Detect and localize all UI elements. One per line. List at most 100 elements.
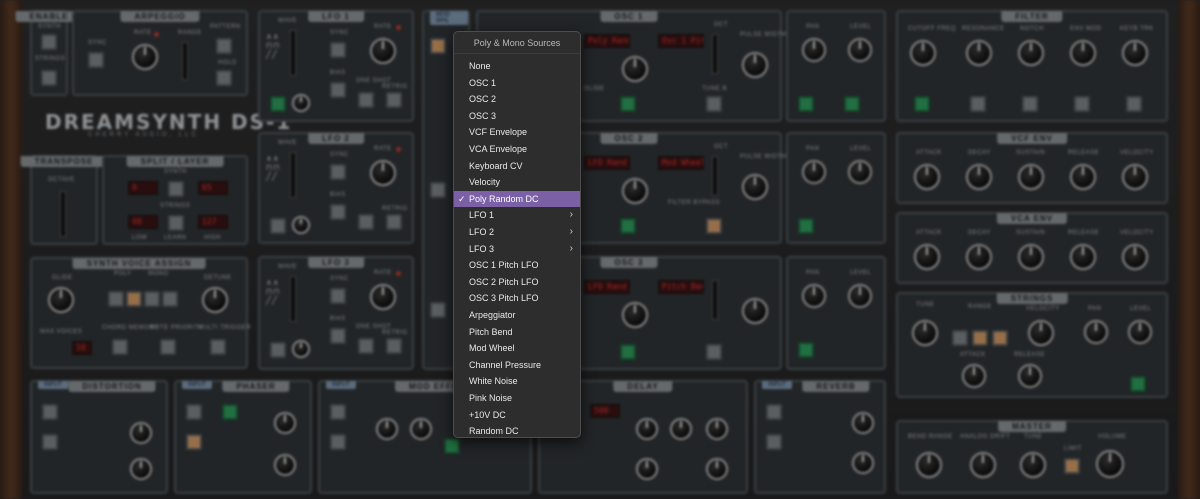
osc2-level-knob[interactable] bbox=[848, 160, 872, 184]
vcf-release-knob[interactable] bbox=[1070, 164, 1096, 190]
va-mono-1-button[interactable] bbox=[144, 291, 160, 307]
osc3-glide-button[interactable] bbox=[620, 344, 636, 360]
reverb-mix-knob[interactable] bbox=[852, 452, 874, 474]
mod-effect-synth-button[interactable] bbox=[330, 404, 346, 420]
lfo1-bias-button[interactable] bbox=[330, 82, 346, 98]
menu-item-lfo-1[interactable]: LFO 1 › bbox=[454, 207, 580, 223]
strings-range-3-button[interactable] bbox=[992, 330, 1008, 346]
vca-attack-knob[interactable] bbox=[914, 244, 940, 270]
osc1-glide-button[interactable] bbox=[620, 96, 636, 112]
phaser-rate-knob[interactable] bbox=[274, 412, 296, 434]
strings-pan-knob[interactable] bbox=[1084, 320, 1108, 344]
lfo2-one-shot-button[interactable] bbox=[358, 214, 374, 230]
reverb-synth-button[interactable] bbox=[766, 404, 782, 420]
lfo1-one-shot-button[interactable] bbox=[358, 92, 374, 108]
strings-output-button[interactable] bbox=[1130, 376, 1146, 392]
vca-release-knob[interactable] bbox=[1070, 244, 1096, 270]
osc2-pw-knob[interactable] bbox=[742, 174, 768, 200]
split-strings-learn-button[interactable] bbox=[168, 215, 184, 231]
osc3-mod-dest-display[interactable]: Pitch Bend bbox=[658, 280, 704, 294]
menu-item-white-noise[interactable]: White Noise bbox=[454, 373, 580, 389]
poly-mono-sources-menu[interactable]: Poly & Mono Sources None OSC 1 OSC 2 OSC 3 V… bbox=[453, 31, 581, 438]
menu-item-osc-2[interactable]: OSC 2 bbox=[454, 91, 580, 107]
filter-mod-button-1[interactable] bbox=[970, 96, 986, 112]
menu-item-pink-noise[interactable]: Pink Noise bbox=[454, 390, 580, 406]
lfo1-input-knob[interactable] bbox=[292, 94, 310, 112]
arp-range-slider[interactable] bbox=[182, 42, 188, 80]
va-multi-trigger-button[interactable] bbox=[210, 339, 226, 355]
lfo3-retrig-button[interactable] bbox=[386, 338, 402, 354]
lfo2-input-knob[interactable] bbox=[292, 216, 310, 234]
menu-item-osc-3[interactable]: OSC 3 bbox=[454, 108, 580, 124]
split-synth-high-display[interactable]: 65 bbox=[198, 181, 228, 195]
menu-item-osc-1-pitch-lfo[interactable]: OSC 1 Pitch LFO bbox=[454, 257, 580, 273]
vcf-sustain-knob[interactable] bbox=[1018, 164, 1044, 190]
lfo3-input-button[interactable] bbox=[270, 342, 286, 358]
mod-effect-knob-2[interactable] bbox=[410, 418, 432, 440]
distortion-level-knob[interactable] bbox=[130, 458, 152, 480]
vcf-velocity-knob[interactable] bbox=[1122, 164, 1148, 190]
osc1-mod-source-display[interactable]: Poly Rand D bbox=[584, 34, 630, 48]
menu-item-lfo-3[interactable]: LFO 3 › bbox=[454, 241, 580, 257]
lfo1-rate-knob[interactable] bbox=[370, 38, 396, 64]
osc1-pan-knob[interactable] bbox=[802, 38, 826, 62]
phaser-strings-button[interactable] bbox=[186, 434, 202, 450]
phaser-sync-button[interactable] bbox=[222, 404, 238, 420]
osc1-mix-button[interactable] bbox=[798, 96, 814, 112]
osc1-tune-knob[interactable] bbox=[622, 56, 648, 82]
arp-pattern-button[interactable] bbox=[216, 38, 232, 54]
osc3-pw-knob[interactable] bbox=[742, 298, 768, 324]
lfo3-rate-knob[interactable] bbox=[370, 284, 396, 310]
mod-effect-strings-button[interactable] bbox=[330, 434, 346, 450]
lfo1-retrig-button[interactable] bbox=[386, 92, 402, 108]
osc3-pan-knob[interactable] bbox=[802, 284, 826, 308]
strings-attack-knob[interactable] bbox=[962, 364, 986, 388]
vca-sustain-knob[interactable] bbox=[1018, 244, 1044, 270]
osc3-tune-b-button[interactable] bbox=[706, 344, 722, 360]
vca-decay-knob[interactable] bbox=[966, 244, 992, 270]
osc2-mix-button[interactable] bbox=[798, 218, 814, 234]
osc2-mod-source-display[interactable]: LFO Rand D bbox=[584, 156, 630, 170]
master-limit-button[interactable] bbox=[1064, 458, 1080, 474]
filter-mod-button-3[interactable] bbox=[1074, 96, 1090, 112]
master-volume-knob[interactable] bbox=[1096, 450, 1124, 478]
master-analog-drift-knob[interactable] bbox=[970, 452, 996, 478]
lfo1-input-button[interactable] bbox=[270, 96, 286, 112]
osc3-mix-button[interactable] bbox=[798, 342, 814, 358]
arp-sync-button[interactable] bbox=[88, 52, 104, 68]
delay-mix-knob[interactable] bbox=[706, 418, 728, 440]
mod-routing-button-1[interactable] bbox=[430, 38, 446, 54]
strings-range-1-button[interactable] bbox=[952, 330, 968, 346]
lfo2-sync-button[interactable] bbox=[330, 164, 346, 180]
delay-feedback-knob[interactable] bbox=[670, 418, 692, 440]
osc1-tune-b-button[interactable] bbox=[706, 96, 722, 112]
osc2-glide-button[interactable] bbox=[620, 218, 636, 234]
menu-item-osc-1[interactable]: OSC 1 bbox=[454, 75, 580, 91]
split-synth-low-display[interactable]: 0 bbox=[128, 181, 158, 195]
master-bend-range-knob[interactable] bbox=[916, 452, 942, 478]
va-mono-2-button[interactable] bbox=[162, 291, 178, 307]
delay-time-knob[interactable] bbox=[636, 418, 658, 440]
menu-item-mod-wheel[interactable]: Mod Wheel bbox=[454, 340, 580, 356]
osc2-tune-knob[interactable] bbox=[622, 178, 648, 204]
menu-item-velocity[interactable]: Velocity bbox=[454, 174, 580, 190]
lfo3-sync-button[interactable] bbox=[330, 288, 346, 304]
strings-release-knob[interactable] bbox=[1018, 364, 1042, 388]
lfo2-input-button[interactable] bbox=[270, 218, 286, 234]
lfo3-input-knob[interactable] bbox=[292, 340, 310, 358]
filter-resonance-knob[interactable] bbox=[966, 40, 992, 66]
osc2-tune-b-button[interactable] bbox=[706, 218, 722, 234]
menu-item-lfo-2[interactable]: LFO 2 › bbox=[454, 224, 580, 240]
vcf-decay-knob[interactable] bbox=[966, 164, 992, 190]
osc1-oct-slider[interactable] bbox=[712, 34, 718, 74]
strings-level-knob[interactable] bbox=[1128, 320, 1152, 344]
enable-synth-button[interactable] bbox=[41, 34, 57, 50]
osc2-pan-knob[interactable] bbox=[802, 160, 826, 184]
menu-item-poly-random-dc[interactable]: ✓ Poly Random DC bbox=[454, 190, 580, 207]
distortion-drive-knob[interactable] bbox=[130, 422, 152, 444]
phaser-depth-knob[interactable] bbox=[274, 454, 296, 476]
split-strings-low-display[interactable]: 48 bbox=[128, 215, 158, 229]
osc2-oct-slider[interactable] bbox=[712, 156, 718, 196]
menu-item-keyboard-cv[interactable]: Keyboard CV bbox=[454, 158, 580, 174]
va-max-voices-display[interactable]: 10 bbox=[72, 341, 92, 355]
